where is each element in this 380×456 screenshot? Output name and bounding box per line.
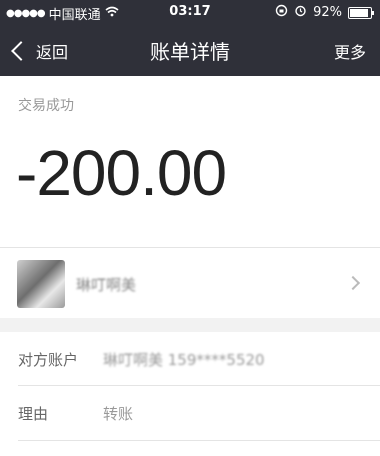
divider <box>18 440 380 441</box>
battery-percent: 92% <box>313 5 342 20</box>
rotation-lock-icon <box>275 4 288 21</box>
detail-label: 理由 <box>18 405 49 423</box>
nav-bar: 返回 账单详情 更多 <box>0 24 380 76</box>
page-title: 账单详情 <box>150 40 230 64</box>
battery-icon <box>348 6 374 19</box>
transaction-status: 交易成功 <box>18 98 74 114</box>
detail-value: 琳叮啊美 159****5520 <box>103 351 265 369</box>
section-gap <box>0 318 380 332</box>
more-button[interactable]: 更多 <box>334 39 366 63</box>
status-bar: ●●●●● 中国联通 03:17 92% <box>0 0 380 24</box>
detail-value: 转账 <box>103 405 134 423</box>
alarm-icon <box>294 4 307 21</box>
detail-row-account: 对方账户 琳叮啊美 159****5520 <box>0 332 380 384</box>
counterparty-row[interactable]: 琳叮啊美 <box>0 248 380 318</box>
avatar <box>17 260 65 308</box>
counterparty-name: 琳叮啊美 <box>76 276 137 294</box>
transaction-amount: -200.00 <box>16 137 227 209</box>
detail-row-reason: 理由 转账 <box>0 386 380 438</box>
chevron-right-icon <box>345 275 361 291</box>
detail-label: 对方账户 <box>18 351 79 369</box>
